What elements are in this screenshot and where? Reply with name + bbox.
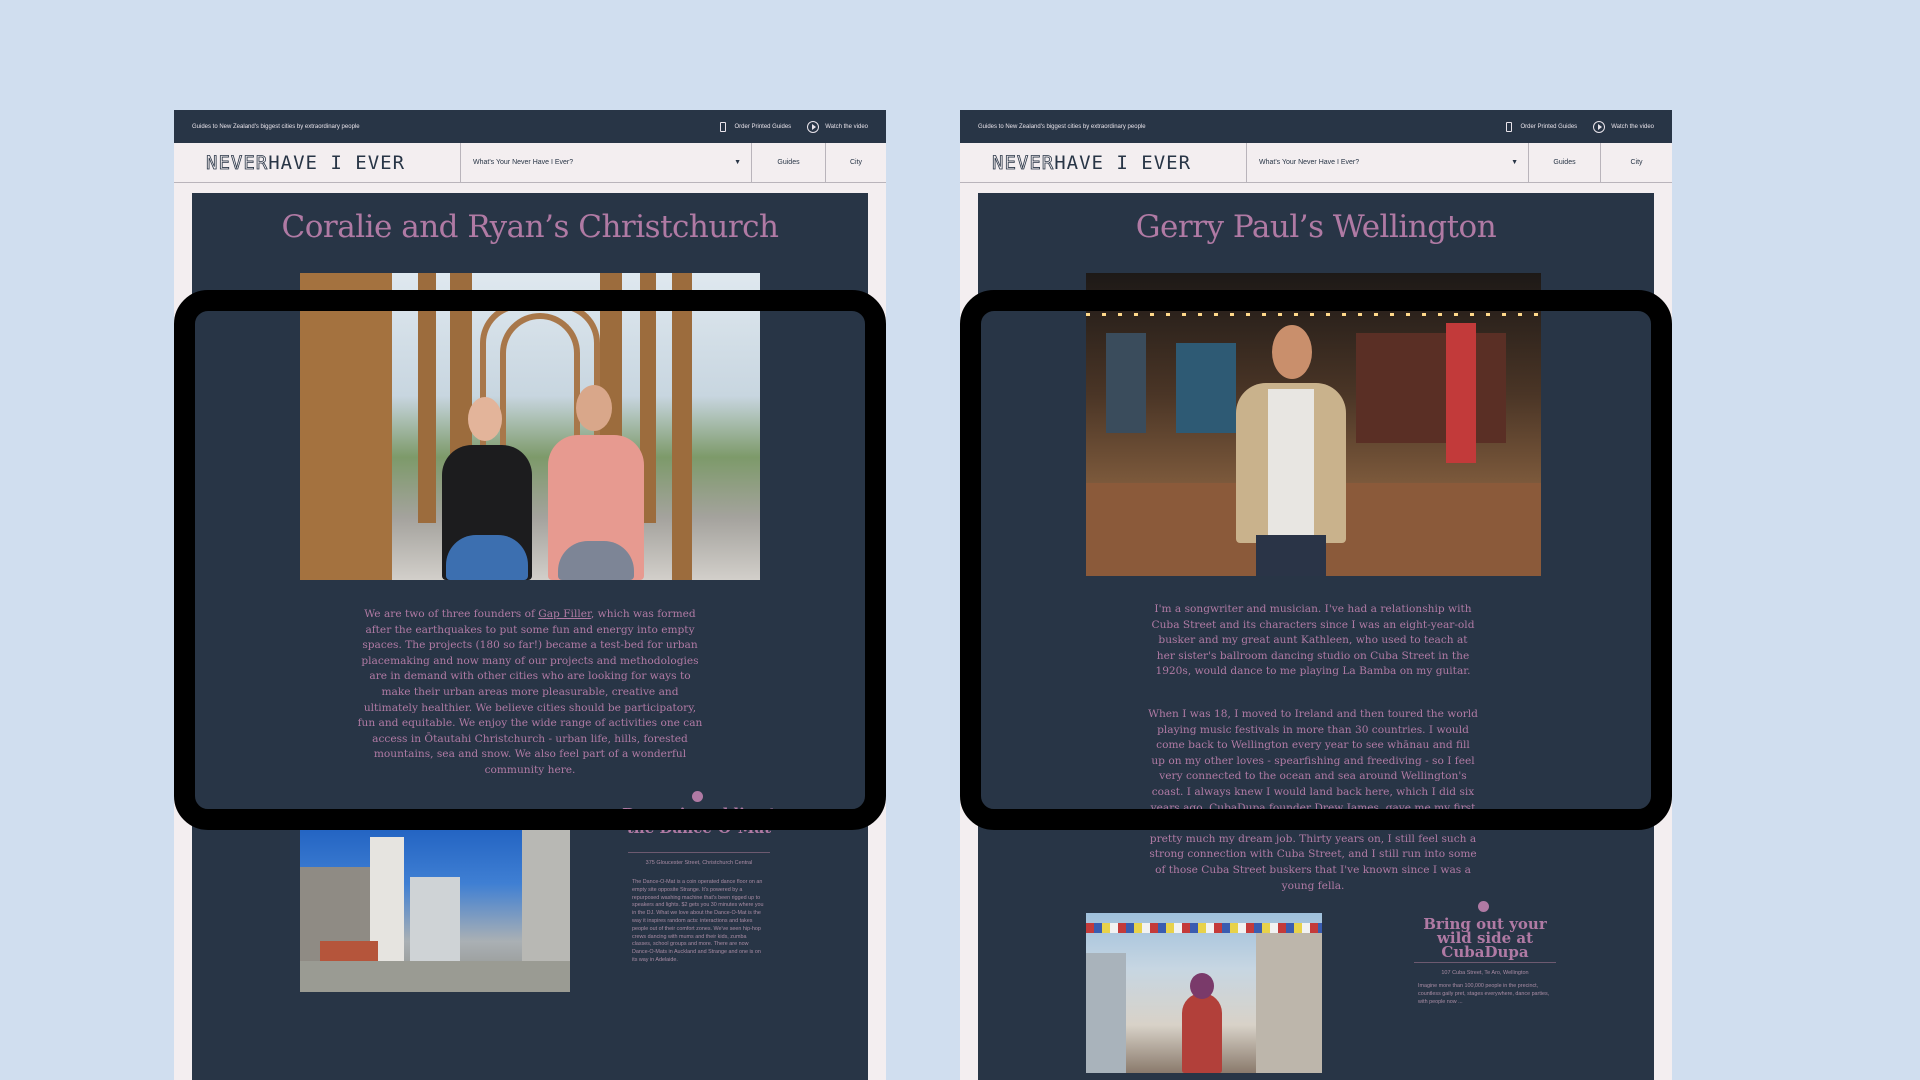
logo-rest: HAVE I EVER (1054, 151, 1192, 174)
main-nav: NEVER HAVE I EVER What's Your Never Have… (174, 143, 886, 183)
select-label: What's Your Never Have I Ever? (473, 159, 574, 166)
order-guides-link[interactable]: Order Printed Guides (1506, 121, 1578, 132)
page-title: Coralie and Ryan’s Christchurch (281, 209, 779, 245)
phone-icon (1506, 121, 1513, 132)
never-have-i-ever-select[interactable]: What's Your Never Have I Ever? ▼ (460, 143, 751, 182)
guides-nav-button[interactable]: Guides (1528, 143, 1600, 182)
dance-o-mat-photo (300, 811, 570, 992)
top-bar: Guides to New Zealand's biggest cities b… (960, 110, 1672, 143)
watch-video-link[interactable]: Watch the video (1593, 120, 1654, 133)
cubadupa-photo (1086, 913, 1322, 1073)
tablet-frame-left (174, 290, 886, 830)
section-title: Bring out your wild side at CubaDupa (1423, 915, 1547, 961)
watch-video-link[interactable]: Watch the video (807, 120, 868, 133)
page-title: Gerry Paul’s Wellington (1135, 209, 1497, 245)
site-logo[interactable]: NEVER HAVE I EVER (174, 143, 460, 182)
main-nav: NEVER HAVE I EVER What's Your Never Have… (960, 143, 1672, 183)
section-divider (1414, 962, 1556, 963)
section-text: The Dance-O-Mat is a coin operated dance… (632, 879, 764, 963)
tagline: Guides to New Zealand's biggest cities b… (192, 123, 360, 130)
logo-never: NEVER (992, 151, 1055, 174)
tablet-frame-right (960, 290, 1672, 830)
section-text: Imagine more than 100,000 people in the … (1418, 983, 1550, 1005)
city-nav-button[interactable]: City (825, 143, 886, 182)
section-address: 375 Gloucester Street, Christchurch Cent… (645, 860, 753, 866)
order-guides-label: Order Printed Guides (1520, 123, 1578, 130)
chevron-down-icon: ▼ (1511, 159, 1518, 166)
never-have-i-ever-select[interactable]: What's Your Never Have I Ever? ▼ (1246, 143, 1528, 182)
section-divider (628, 852, 770, 853)
site-logo[interactable]: NEVER HAVE I EVER (960, 143, 1246, 182)
order-guides-link[interactable]: Order Printed Guides (720, 121, 792, 132)
order-guides-label: Order Printed Guides (734, 123, 792, 130)
phone-icon (720, 121, 727, 132)
section-address: 107 Cuba Street, Te Aro, Wellington (1441, 970, 1529, 976)
play-icon (807, 120, 820, 133)
tagline: Guides to New Zealand's biggest cities b… (978, 123, 1146, 130)
logo-rest: HAVE I EVER (268, 151, 406, 174)
watch-video-label: Watch the video (1611, 123, 1654, 130)
top-bar: Guides to New Zealand's biggest cities b… (174, 110, 886, 143)
select-label: What's Your Never Have I Ever? (1259, 159, 1360, 166)
chevron-down-icon: ▼ (734, 159, 741, 166)
guides-nav-button[interactable]: Guides (751, 143, 825, 182)
city-nav-button[interactable]: City (1600, 143, 1672, 182)
logo-never: NEVER (206, 151, 269, 174)
watch-video-label: Watch the video (825, 123, 868, 130)
section-bullet-icon (1478, 901, 1489, 912)
play-icon (1593, 120, 1606, 133)
